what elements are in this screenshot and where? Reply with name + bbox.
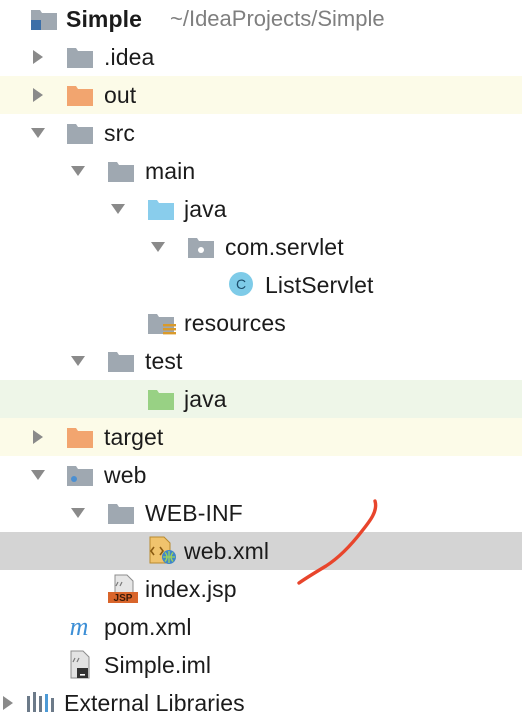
expand-arrow-icon[interactable] [28, 38, 50, 76]
tree-item-label: External Libraries [64, 690, 245, 712]
tree-row-web[interactable]: web [0, 456, 522, 494]
java-class-icon: C [228, 266, 260, 304]
tree-item-label: src [104, 120, 135, 146]
tree-row-resources[interactable]: resources [0, 304, 522, 342]
tree-row-idea[interactable]: .idea [0, 38, 522, 76]
tree-row-test[interactable]: test [0, 342, 522, 380]
class-badge-text: C [236, 276, 246, 292]
tree-row-test-java[interactable]: java [0, 380, 522, 418]
collapse-arrow-icon[interactable] [28, 114, 50, 152]
tree-item-label: Simple.iml [104, 652, 212, 678]
tree-row-simple-iml[interactable]: Simple.iml [0, 646, 522, 684]
tree-row-list-servlet[interactable]: C ListServlet [0, 266, 522, 304]
excluded-folder-icon [66, 418, 98, 456]
package-icon [187, 228, 219, 266]
iml-file-icon [66, 646, 98, 684]
collapse-arrow-icon[interactable] [148, 228, 170, 266]
tree-row-com-servlet[interactable]: com.servlet [0, 228, 522, 266]
tree-item-label: index.jsp [145, 576, 237, 602]
tree-item-label: out [104, 82, 137, 108]
tree-row-main-java[interactable]: java [0, 190, 522, 228]
collapse-arrow-icon[interactable] [28, 456, 50, 494]
collapse-arrow-icon[interactable] [68, 342, 90, 380]
tree-item-label: .idea [104, 44, 155, 70]
folder-icon [107, 152, 139, 190]
tree-item-label: web [104, 462, 147, 488]
tree-item-label: target [104, 424, 164, 450]
tree-item-label: ListServlet [265, 272, 374, 298]
module-folder-icon [30, 0, 62, 38]
tree-item-label: main [145, 158, 196, 184]
source-folder-icon [147, 190, 179, 228]
web-folder-icon [66, 456, 98, 494]
folder-icon [107, 494, 139, 532]
tree-row-out[interactable]: out [0, 76, 522, 114]
tree-row-main[interactable]: main [0, 152, 522, 190]
tree-row-index-jsp[interactable]: JSP index.jsp [0, 570, 522, 608]
tree-item-label: WEB-INF [145, 500, 243, 526]
tree-row-web-inf[interactable]: WEB-INF [0, 494, 522, 532]
resources-folder-icon [147, 304, 179, 342]
tree-item-label: web.xml [184, 538, 270, 564]
tree-row-external-libraries[interactable]: External Libraries [0, 684, 522, 712]
folder-icon [66, 38, 98, 76]
project-name: Simple [66, 6, 143, 32]
tree-item-label: pom.xml [104, 614, 192, 640]
project-path: ~/IdeaProjects/Simple [170, 6, 385, 31]
tree-item-label: java [184, 386, 227, 412]
expand-arrow-icon[interactable] [0, 684, 20, 712]
tree-item-label: java [184, 196, 227, 222]
maven-icon: m [66, 608, 98, 646]
collapse-arrow-icon[interactable] [68, 494, 90, 532]
tree-item-label: resources [184, 310, 286, 336]
expand-arrow-icon[interactable] [28, 418, 50, 456]
tree-row-project-root[interactable]: Simple ~/IdeaProjects/Simple [0, 0, 522, 38]
excluded-folder-icon [66, 76, 98, 114]
maven-badge-text: m [70, 613, 89, 641]
expand-arrow-icon[interactable] [28, 76, 50, 114]
folder-icon [66, 114, 98, 152]
collapse-arrow-icon[interactable] [108, 190, 130, 228]
tree-item-label: test [145, 348, 183, 374]
collapse-arrow-icon[interactable] [68, 152, 90, 190]
tree-row-src[interactable]: src [0, 114, 522, 152]
web-xml-file-icon [147, 532, 179, 570]
library-icon [26, 684, 58, 712]
project-tree: Simple ~/IdeaProjects/Simple .idea out s… [0, 0, 522, 712]
jsp-file-icon: JSP [107, 570, 139, 608]
tree-row-pom-xml[interactable]: m pom.xml [0, 608, 522, 646]
test-source-folder-icon [147, 380, 179, 418]
tree-row-web-xml[interactable]: web.xml [0, 532, 522, 570]
folder-icon [107, 342, 139, 380]
tree-row-target[interactable]: target [0, 418, 522, 456]
jsp-badge-text: JSP [114, 593, 133, 604]
tree-item-label: com.servlet [225, 234, 344, 260]
